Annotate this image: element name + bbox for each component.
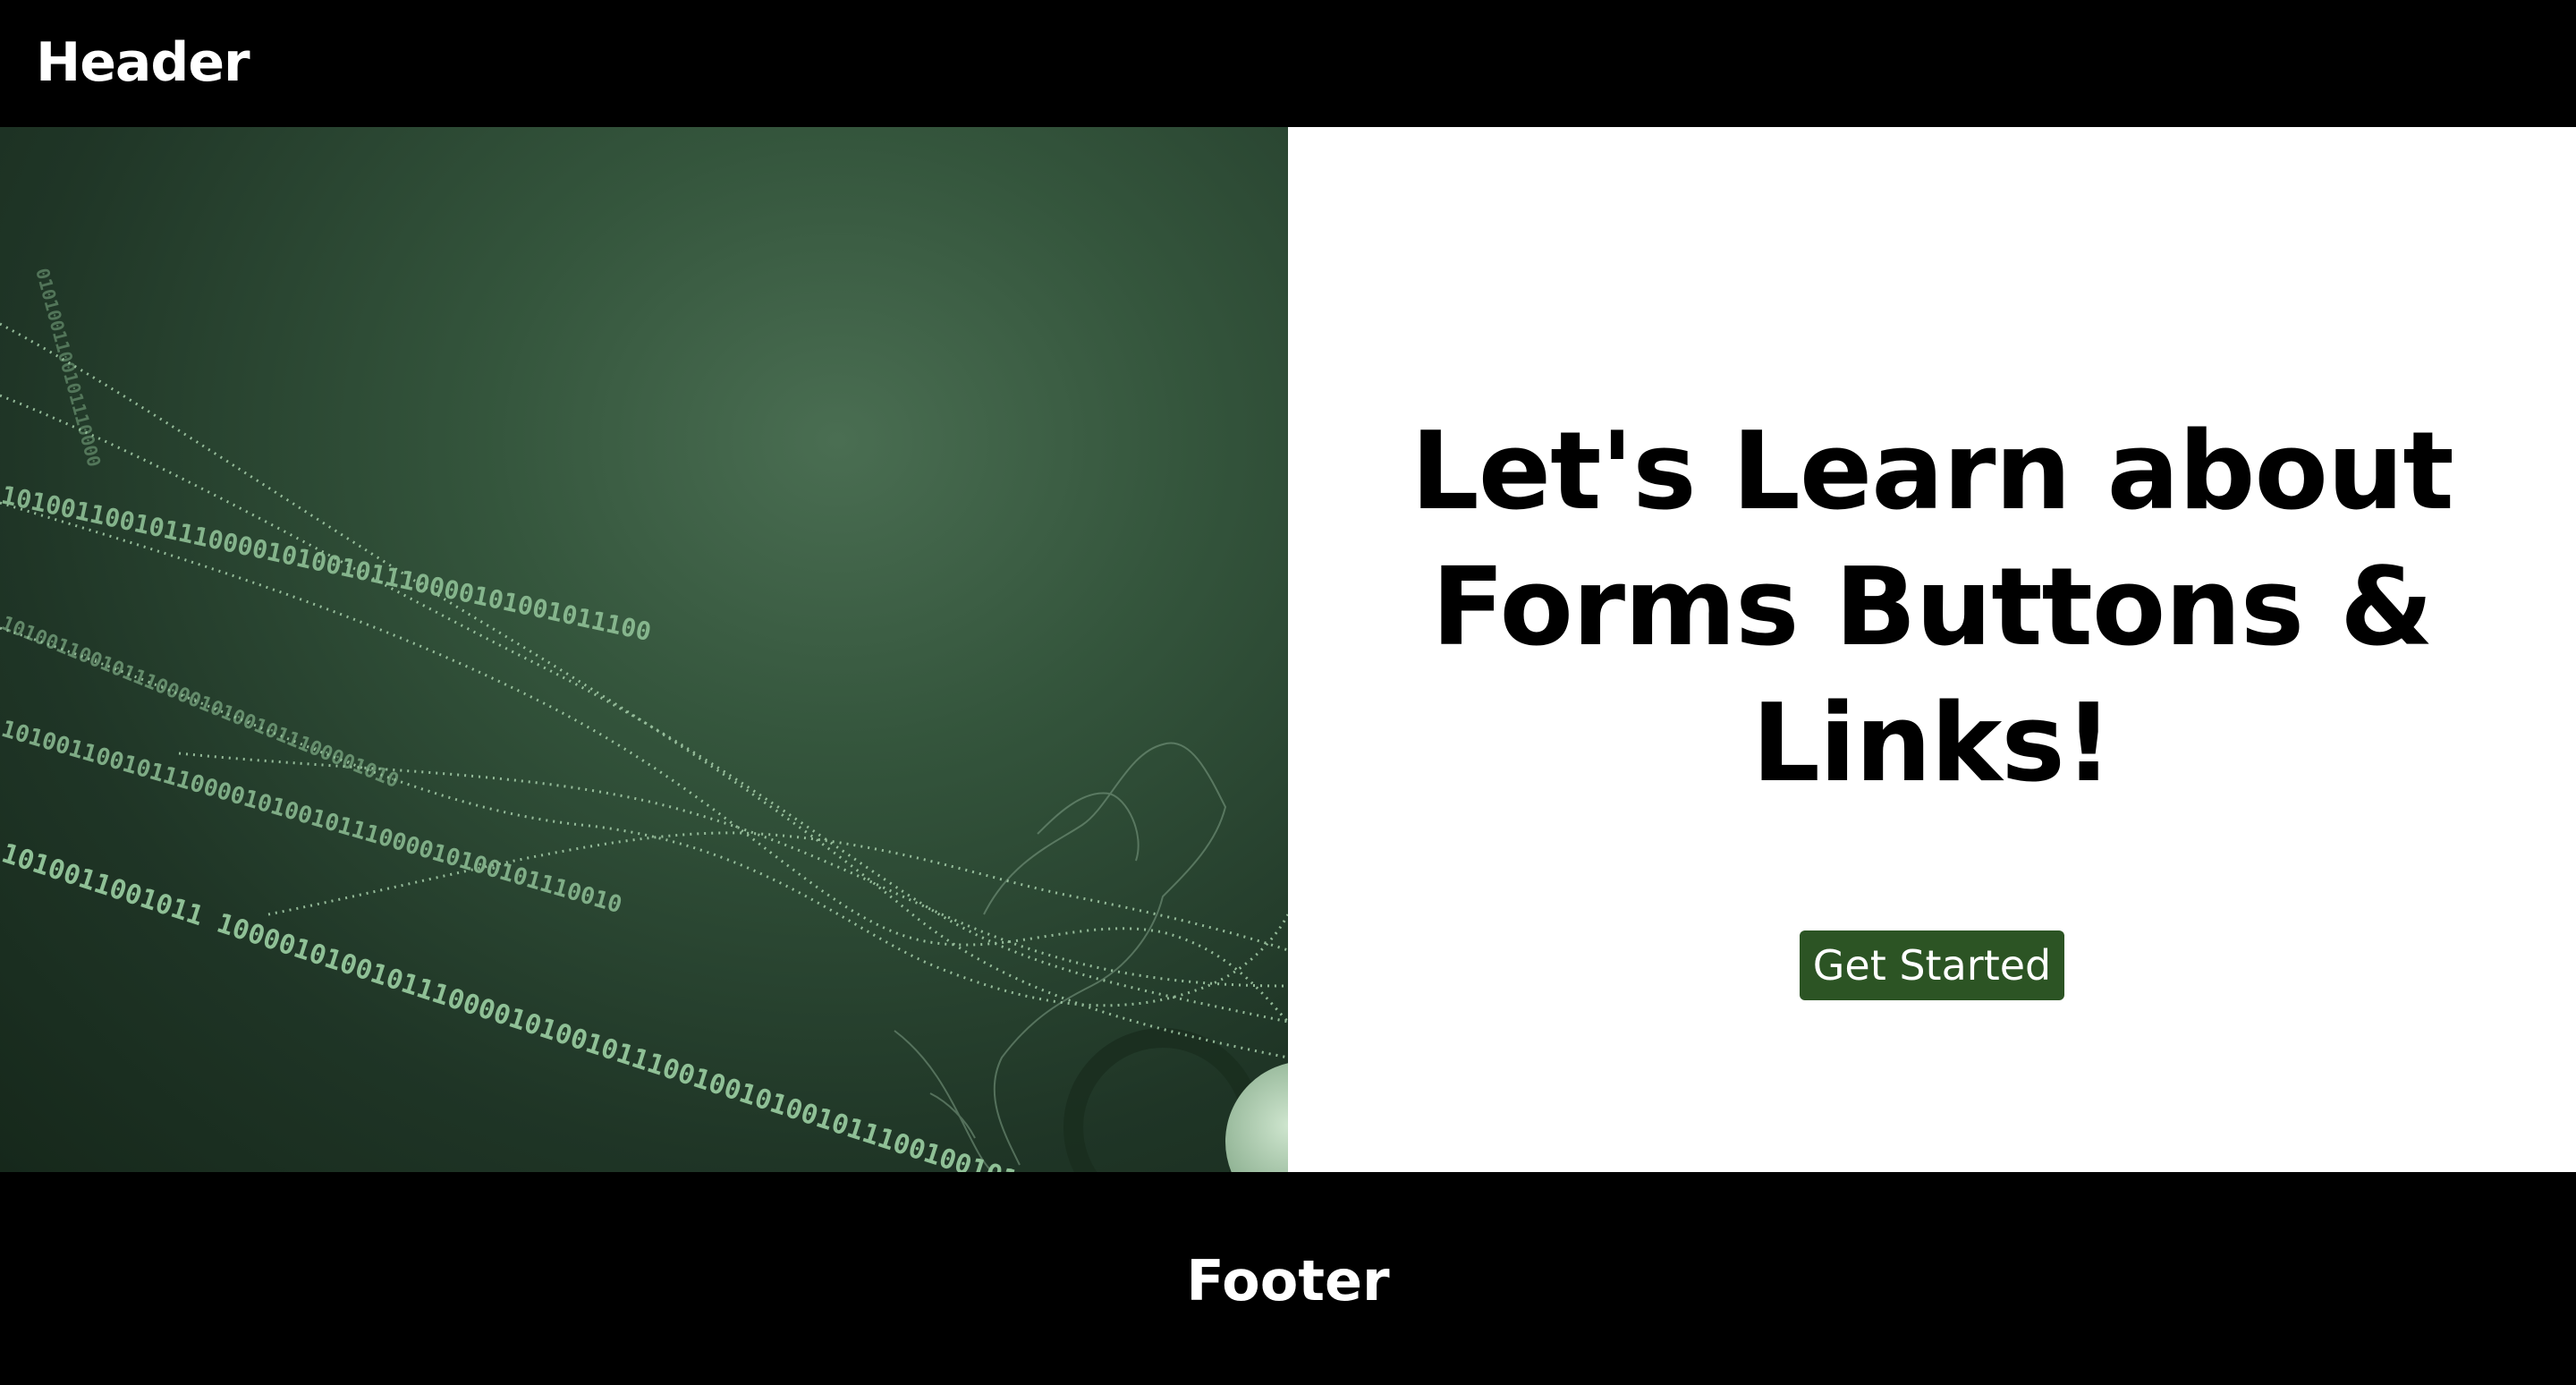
get-started-button[interactable]: Get Started (1800, 930, 2064, 1000)
binary-text: 1010011001011 10000101001011100001010010… (0, 266, 1083, 1172)
header-title: Header (36, 31, 250, 94)
site-header: Header (0, 0, 2576, 127)
world-map-outline (894, 742, 1227, 1172)
binary-line-4: 101001100101110000101001011100001010 (0, 612, 402, 793)
binary-globe-illustration: 1010011001011 10000101001011100001010010… (0, 266, 1288, 1172)
site-footer: Footer (0, 1172, 2576, 1385)
binary-line-3: 1010011001011100001010010111000010100101… (0, 480, 654, 647)
hero-section: 1010011001011 10000101001011100001010010… (0, 127, 2576, 1172)
binary-line-5: 0101001100101110000 (31, 266, 105, 469)
hero-heading: Let's Learn about Forms Buttons & Links! (1411, 410, 2453, 806)
footer-text: Footer (1186, 1248, 1390, 1313)
hero-image: 1010011001011 10000101001011100001010010… (0, 127, 1288, 1172)
globe-ring (1063, 1028, 1262, 1172)
hero-content: Let's Learn about Forms Buttons & Links!… (1288, 127, 2576, 1172)
